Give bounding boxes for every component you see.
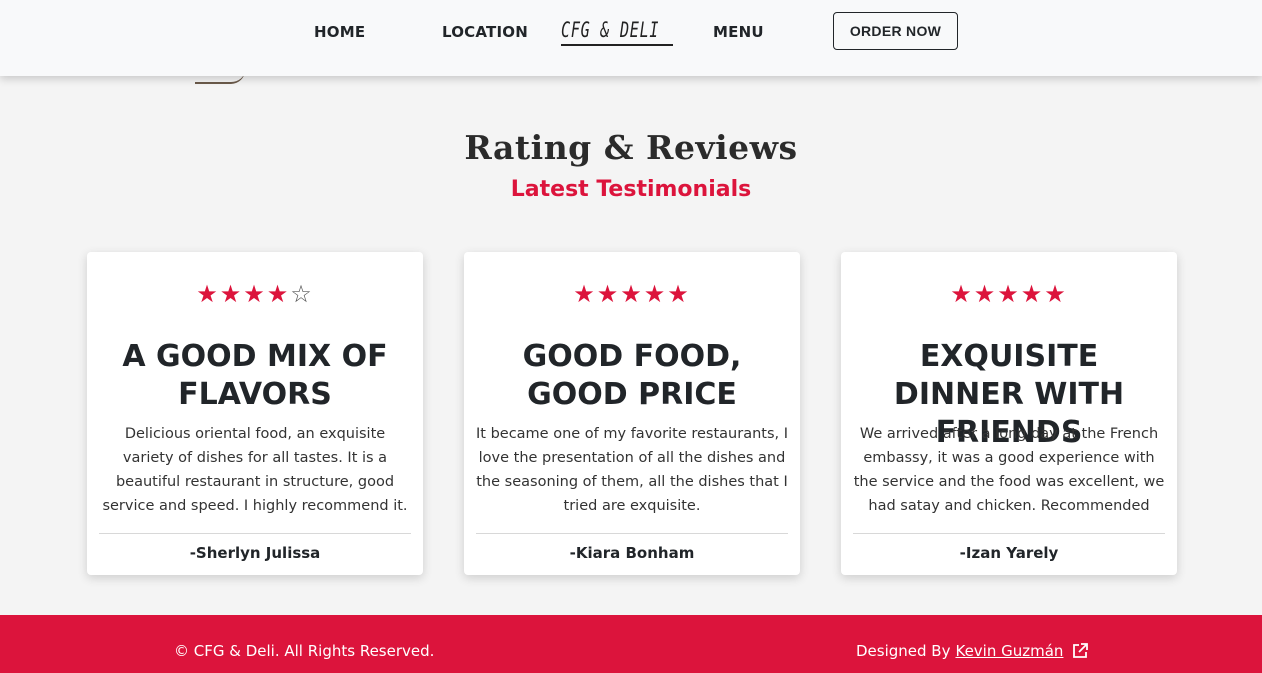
copyright-text: © CFG & Deli. All Rights Reserved. — [174, 642, 435, 660]
nav-home-link[interactable]: HOME — [314, 22, 365, 42]
nav-menu-link[interactable]: MENU — [713, 22, 764, 42]
star-rating: ★★★★☆ — [87, 280, 423, 308]
review-author: -Kiara Bonham — [569, 544, 695, 562]
star-filled-icon: ★ — [1044, 280, 1068, 308]
star-filled-icon: ★ — [596, 280, 621, 308]
review-author: -Sherlyn Julissa — [189, 544, 321, 562]
star-filled-icon: ★ — [573, 280, 597, 308]
review-text: It became one of my favorite restaurants… — [476, 426, 788, 514]
star-filled-icon: ★ — [643, 280, 668, 308]
brand-logo[interactable]: CFG & DELI — [561, 14, 659, 46]
star-filled-icon: ★ — [973, 280, 998, 308]
review-author: -Izan Yarely — [959, 544, 1059, 562]
star-rating: ★★★★★ — [841, 280, 1177, 308]
divider — [853, 533, 1165, 534]
designed-by-label: Designed By — [856, 642, 951, 660]
footer: © CFG & Deli. All Rights Reserved. Desig… — [0, 615, 1262, 673]
order-now-button[interactable]: ORDER NOW — [833, 12, 958, 50]
review-title: A GOOD MIX OF FLAVORS — [122, 339, 388, 412]
nav-location-link[interactable]: LOCATION — [442, 22, 528, 42]
star-filled-icon: ★ — [219, 280, 244, 308]
divider — [476, 533, 788, 534]
external-link-icon[interactable] — [1071, 642, 1089, 660]
star-filled-icon: ★ — [1020, 280, 1045, 308]
star-rating: ★★★★★ — [464, 280, 800, 308]
star-filled-icon: ★ — [266, 280, 291, 308]
review-card: ★★★★★ EXQUISITE DINNER WITH FRIENDS We a… — [841, 252, 1177, 575]
review-text: Delicious oriental food, an exquisite va… — [102, 426, 408, 514]
navbar: HOME LOCATION CFG & DELI MENU ORDER NOW — [0, 0, 1262, 76]
designer-credit: Designed By Kevin Guzmán — [856, 641, 1089, 661]
star-filled-icon: ★ — [667, 280, 691, 308]
review-text: We arrived after a long day at the Frenc… — [853, 426, 1165, 514]
star-filled-icon: ★ — [997, 280, 1021, 308]
star-filled-icon: ★ — [243, 280, 267, 308]
divider — [99, 533, 411, 534]
star-filled-icon: ★ — [950, 280, 974, 308]
designer-link[interactable]: Kevin Guzmán — [955, 641, 1063, 661]
star-empty-icon: ☆ — [290, 280, 314, 308]
brand-underline — [561, 44, 673, 46]
star-filled-icon: ★ — [196, 280, 220, 308]
section-subtitle: Latest Testimonials — [510, 177, 752, 202]
star-filled-icon: ★ — [620, 280, 644, 308]
review-card: ★★★★★ GOOD FOOD, GOOD PRICE It became on… — [464, 252, 800, 575]
review-card: ★★★★☆ A GOOD MIX OF FLAVORS Delicious or… — [87, 252, 423, 575]
review-title: GOOD FOOD, GOOD PRICE — [522, 339, 742, 412]
section-title: Rating & Reviews — [464, 128, 798, 167]
